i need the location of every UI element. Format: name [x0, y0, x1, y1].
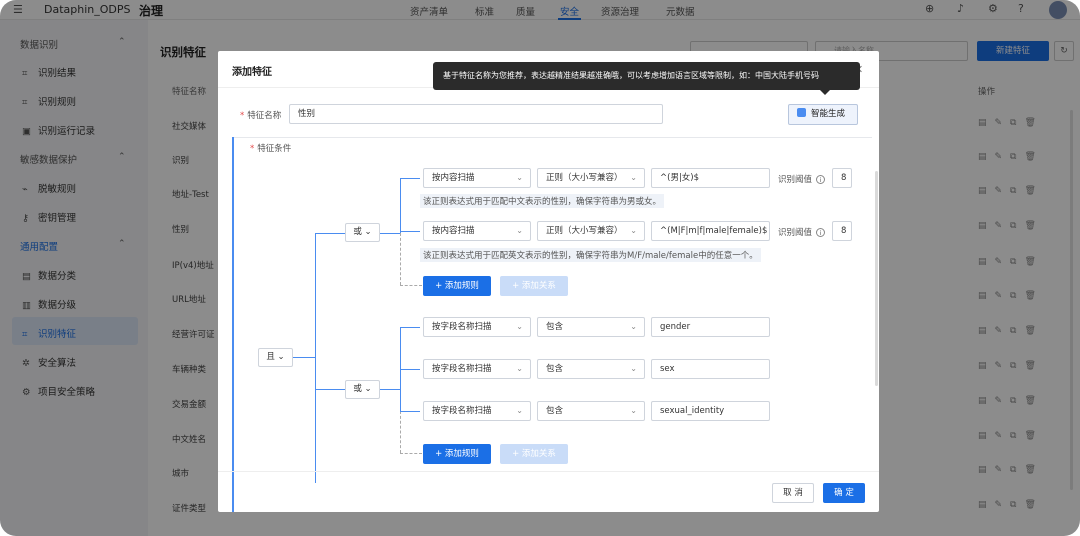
- select-value: 包含: [546, 406, 564, 416]
- scan-type-select[interactable]: 按内容扫描 ⌄: [423, 221, 531, 241]
- chevron-down-icon: ⌄: [516, 173, 523, 182]
- tree-connector: [400, 327, 420, 328]
- add-feature-dialog: 添加特征 ✕ *特征名称 性别 智能生成 *特征条件 且 ⌄ 或 ⌄ 按内容扫描…: [218, 51, 879, 512]
- scan-type-select[interactable]: 按字段名称扫描 ⌄: [423, 401, 531, 421]
- required-mark: *: [250, 144, 255, 154]
- required-mark: *: [240, 111, 245, 121]
- chevron-down-icon: ⌄: [516, 226, 523, 235]
- rule-value-input[interactable]: sex: [651, 359, 770, 379]
- match-type-select[interactable]: 包含 ⌄: [537, 359, 645, 379]
- logic-label: 或: [353, 227, 362, 237]
- chevron-down-icon: ⌄: [630, 364, 637, 373]
- select-value: 按字段名称扫描: [432, 406, 492, 416]
- cancel-button[interactable]: 取 消: [772, 483, 814, 503]
- select-value: 包含: [546, 364, 564, 374]
- tree-connector: [315, 233, 345, 234]
- rule-value-input[interactable]: sexual_identity: [651, 401, 770, 421]
- add-rule-button[interactable]: + 添加规则: [423, 276, 491, 296]
- dialog-scrollbar[interactable]: [875, 171, 878, 386]
- scan-type-select[interactable]: 按字段名称扫描 ⌄: [423, 359, 531, 379]
- rule-value-input[interactable]: gender: [651, 317, 770, 337]
- scan-type-select[interactable]: 按字段名称扫描 ⌄: [423, 317, 531, 337]
- footer-divider: [218, 471, 879, 472]
- select-value: 包含: [546, 322, 564, 332]
- tree-connector: [315, 389, 345, 390]
- sparkle-icon: [797, 108, 806, 117]
- tree-connector-dashed: [400, 453, 422, 454]
- threshold-label: 识别阈值 i: [778, 226, 826, 238]
- tree-connector-dashed: [400, 233, 401, 285]
- tree-connector-dashed: [400, 285, 422, 286]
- threshold-label: 识别阈值 i: [778, 173, 826, 185]
- threshold-label-text: 识别阈值: [778, 228, 813, 238]
- select-value: 按字段名称扫描: [432, 322, 492, 332]
- scan-type-select[interactable]: 按内容扫描 ⌄: [423, 168, 531, 188]
- tree-connector: [315, 233, 316, 483]
- tree-connector: [400, 411, 420, 412]
- logic-label: 且: [266, 352, 275, 362]
- tree-connector: [293, 357, 315, 358]
- conditions-accent-bar: [232, 137, 234, 512]
- tooltip-arrow: [820, 90, 830, 95]
- confirm-button[interactable]: 确 定: [823, 483, 865, 503]
- match-type-select[interactable]: 包含 ⌄: [537, 317, 645, 337]
- select-value: 按字段名称扫描: [432, 364, 492, 374]
- threshold-input[interactable]: 8: [832, 221, 852, 241]
- chevron-down-icon: ⌄: [630, 226, 637, 235]
- conditions-label: * 特征条件: [250, 142, 291, 154]
- chevron-down-icon: ⌄: [630, 322, 637, 331]
- select-value: 按内容扫描: [432, 226, 475, 236]
- select-value: 正则（大小写兼容）: [546, 226, 623, 236]
- chevron-down-icon: ⌄: [516, 406, 523, 415]
- match-type-select[interactable]: 包含 ⌄: [537, 401, 645, 421]
- tree-connector: [400, 231, 420, 232]
- info-icon[interactable]: i: [816, 228, 826, 237]
- add-rule-button[interactable]: + 添加规则: [423, 444, 491, 464]
- rule-description: 该正则表达式用于匹配英文表示的性别，确保字符串为M/F/male/female中…: [420, 248, 761, 262]
- feature-name-label-text: 特征名称: [247, 111, 282, 121]
- info-icon[interactable]: i: [816, 175, 826, 184]
- feature-name-input[interactable]: 性别: [289, 104, 663, 124]
- app-window: ☰ Dataphin_ODPS 治理 资产清单 标准 质量 安全 资源治理 元数…: [0, 0, 1080, 536]
- match-type-select[interactable]: 正则（大小写兼容） ⌄: [537, 168, 645, 188]
- tree-connector: [400, 369, 420, 370]
- chevron-down-icon: ⌄: [630, 406, 637, 415]
- logic-label: 或: [353, 384, 362, 394]
- chevron-down-icon: ⌄: [516, 364, 523, 373]
- threshold-label-text: 识别阈值: [778, 175, 813, 185]
- add-relation-button[interactable]: + 添加关系: [500, 276, 568, 296]
- chevron-down-icon: ⌄: [630, 173, 637, 182]
- threshold-input[interactable]: 8: [832, 168, 852, 188]
- rule-value-input[interactable]: ^(男|女)$: [651, 168, 770, 188]
- logic-or-select[interactable]: 或 ⌄: [345, 380, 380, 399]
- select-value: 正则（大小写兼容）: [546, 173, 623, 183]
- chevron-down-icon: ⌄: [516, 322, 523, 331]
- tree-connector: [400, 178, 401, 233]
- rule-description: 该正则表达式用于匹配中文表示的性别，确保字符串为男或女。: [420, 194, 665, 208]
- smart-generate-button[interactable]: 智能生成: [788, 104, 858, 125]
- tree-connector-dashed: [400, 411, 401, 453]
- add-relation-button[interactable]: + 添加关系: [500, 444, 568, 464]
- rule-value-input[interactable]: ^(M|F|m|f|male|female)$: [651, 221, 770, 241]
- logic-or-select[interactable]: 或 ⌄: [345, 223, 380, 242]
- conditions-label-text: 特征条件: [257, 144, 292, 154]
- smart-generate-tooltip: 基于特征名称为您推荐，表达越精准结果越准确哦，可以考虑增加语言区域等限制，如：中…: [433, 62, 860, 90]
- logic-and-select[interactable]: 且 ⌄: [258, 348, 293, 367]
- dialog-title: 添加特征: [232, 67, 272, 78]
- tree-connector: [380, 233, 400, 234]
- tree-connector: [380, 389, 400, 390]
- smart-generate-label: 智能生成: [811, 109, 846, 119]
- match-type-select[interactable]: 正则（大小写兼容） ⌄: [537, 221, 645, 241]
- tree-connector: [400, 178, 420, 179]
- select-value: 按内容扫描: [432, 173, 475, 183]
- feature-name-label: * 特征名称: [240, 109, 281, 121]
